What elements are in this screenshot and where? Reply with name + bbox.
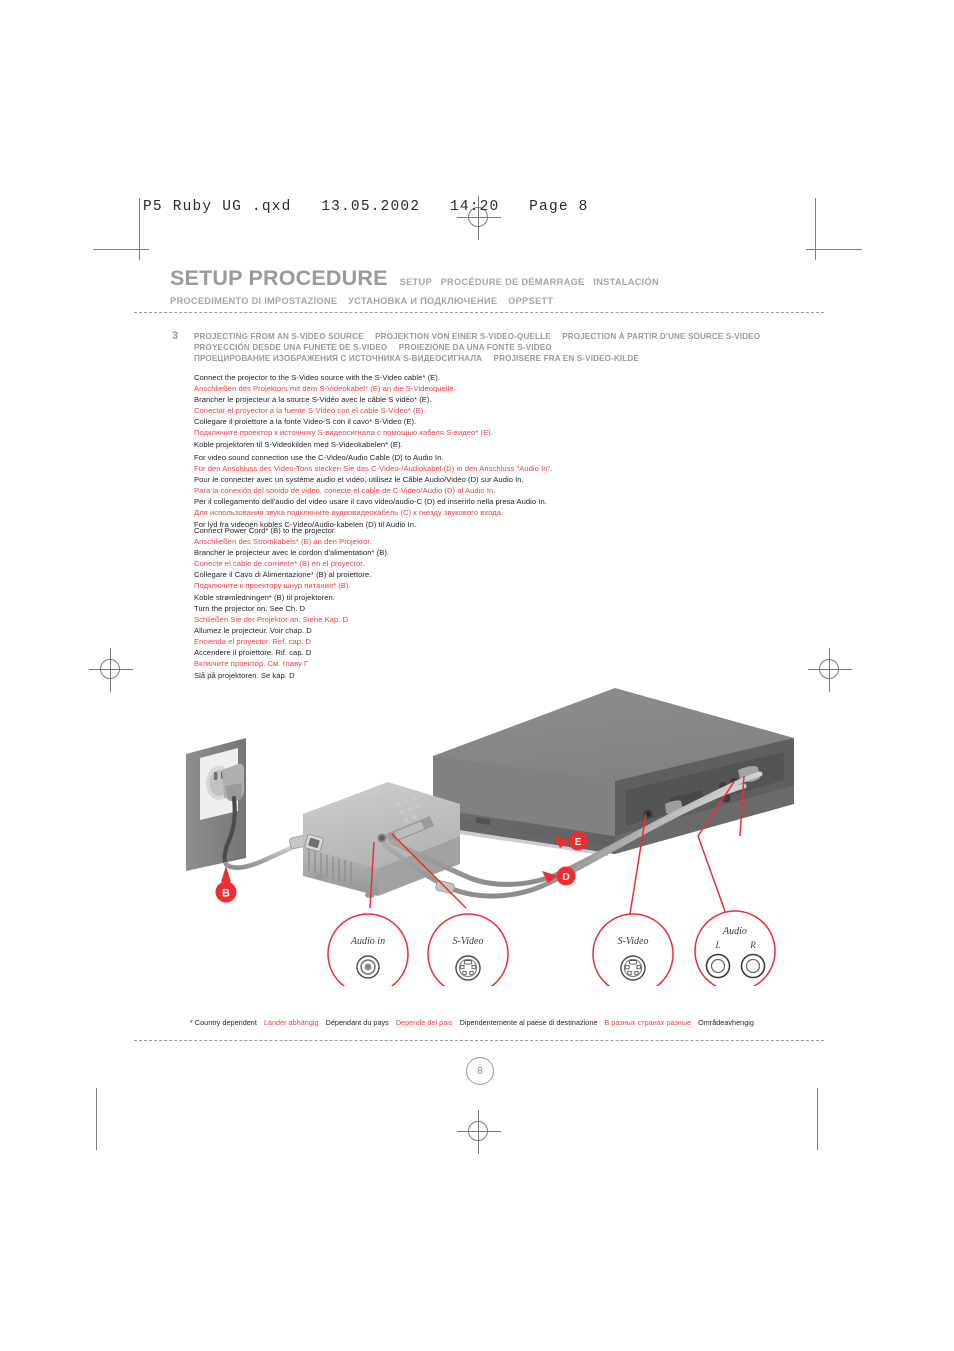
section-heading-it: PROIEZIONE DA UNA FONTE S-VIDEO: [398, 343, 552, 353]
footnote-part: Områdeavhengig: [698, 1018, 754, 1027]
page-title-subtitles-line1: SETUP PROCÉDURE DE DÉMARRAGE INSTALACIÓN: [400, 277, 659, 287]
svg-text:Audio: Audio: [722, 926, 747, 937]
instruction-line: Koble strømledningen* (B) til projektore…: [194, 592, 335, 602]
page-title-subtitles-line2: PROCEDIMENTO DI IMPOSTAZIONE УСТАНОВКА И…: [170, 296, 870, 306]
section-heading-ru: ПРОЕЦИРОВАНИЕ ИЗОБРАЖЕНИЯ С ИСТОЧНИКА S-…: [194, 354, 483, 364]
footnote-part: Depende del pais: [395, 1018, 453, 1027]
instruction-line: Brancher le projecteur á la source S-Vid…: [194, 395, 432, 405]
instruction-line: Подключите проектор к источнику S-видеос…: [194, 428, 493, 438]
footnote-part: Länder abhängig: [263, 1018, 319, 1027]
page-title-group: SETUP PROCEDURE SETUP PROCÉDURE DE DÉMAR…: [170, 266, 870, 306]
section-heading-es: PROYECCIÓN DESDE UNA FUNETE DE S-VIDEO: [194, 343, 388, 353]
instruction-line: Brancher le projecteur avec le cordon d'…: [194, 548, 390, 558]
instruction-line: Turn the projector on. See Ch. D: [194, 604, 306, 613]
detail-s-video-projector: S-Video: [427, 913, 509, 995]
subtitle-procedure-fr: PROCÉDURE DE DÉMARRAGE: [440, 277, 585, 287]
detail-audio-lr: Audio L R: [694, 910, 776, 992]
svg-text:D: D: [562, 871, 570, 883]
crop-mark-top-left-horizontal: [93, 249, 149, 250]
instruction-line: Для использования звука подключите аудио…: [194, 508, 504, 518]
subtitle-oppsett-no: OPPSETT: [508, 296, 554, 306]
section-heading-fr: PROJECTION À PARTIR D'UNE SOURCE S-VIDEO: [562, 332, 761, 341]
footnote-part: Dépendant du pays: [325, 1018, 389, 1027]
instruction-block-4: Turn the projector on. See Ch. D Schließe…: [194, 603, 714, 681]
subtitle-ustanovka-ru: УСТАНОВКА И ПОДКЛЮЧЕНИЕ: [348, 296, 498, 306]
registration-target-bottom: [457, 1110, 501, 1154]
section-heading-no: PROJISERE FRA EN S-VIDEO-KILDE: [493, 354, 639, 364]
instruction-line: Koble projektoren til S-Videokilden med …: [194, 439, 403, 449]
svg-text:S-Video: S-Video: [618, 936, 649, 947]
instruction-line: Conectar el proyector a la fuente S-Vide…: [194, 406, 426, 416]
registration-target-right: [808, 648, 852, 692]
instruction-line: For video sound connection use the C-Vid…: [194, 453, 444, 462]
svg-text:R: R: [749, 940, 756, 950]
instruction-line: Подключите к проектору шнур питания* (B)…: [194, 581, 351, 591]
instruction-line: Allumez le projecteur. Voir chap. D: [194, 626, 312, 636]
instruction-line: Pour le connecter avec un système audio …: [194, 475, 524, 485]
instruction-line: Включите проектор. См. главу Г: [194, 659, 309, 669]
crop-mark-top-left-vertical: [139, 198, 140, 260]
instruction-line: Schließen Sie der Projektor an. Siehe Ka…: [194, 615, 349, 625]
crop-mark-bottom-right-vertical: [817, 1088, 818, 1150]
crop-mark-top-right-horizontal: [806, 249, 862, 250]
instruction-line: Anschließen des Stromkabels* (B) an den …: [194, 537, 372, 547]
footnote-part: * Country dependent: [190, 1018, 257, 1027]
instruction-line: Collegare il Cavo di Alimentazione* (B) …: [194, 570, 372, 580]
wall-outlet-panel: [186, 738, 246, 871]
instruction-line: Encienda el proyector. Ref. cap. D: [194, 637, 311, 647]
section-heading: PROJECTING FROM AN S-VIDEO SOURCE PROJEK…: [194, 331, 794, 365]
callout-badge-b: B: [215, 866, 237, 903]
country-dependent-footnote: * Country dependent Länder abhängig Dépend…: [190, 1018, 761, 1027]
crop-mark-bottom-left-vertical: [96, 1088, 97, 1150]
footnote-part: В разных странах разные: [604, 1018, 692, 1027]
subtitle-setup: SETUP: [399, 277, 432, 287]
section-heading-de: PROJEKTION VON EINER S-VIDEO-QUELLE: [375, 332, 551, 341]
instruction-line: Per il collegamento dell'audio del video…: [194, 497, 547, 507]
instruction-line: Connect the projector to the S-Video sou…: [194, 373, 441, 382]
section-heading-en: PROJECTING FROM AN S-VIDEO SOURCE: [194, 332, 364, 341]
svg-text:S-Video: S-Video: [453, 936, 484, 947]
subtitle-procedimento-it: PROCEDIMENTO DI IMPOSTAZIONE: [170, 296, 338, 306]
svg-text:Audio in: Audio in: [350, 936, 385, 947]
instruction-line: Für den Anschluss des Video-Tons stecken…: [194, 464, 553, 474]
subtitle-instalacion: INSTALACIÓN: [593, 277, 659, 287]
instruction-line: Conecte el cable de corriente* (B) en el…: [194, 559, 365, 569]
divider-top: [134, 312, 824, 313]
svg-text:B: B: [222, 888, 230, 900]
instruction-block-2: For video sound connection use the C-Vid…: [194, 452, 714, 530]
page-title: SETUP PROCEDURE: [170, 266, 388, 290]
instruction-line: Para la conexión del sonido de video, co…: [194, 486, 496, 496]
setup-diagram: B E D Audio in S-Video S-Video Audio L R: [178, 686, 798, 995]
instruction-line: Anschließen des Projektors mit dem S-Vid…: [194, 384, 456, 394]
page-number: 8: [466, 1057, 494, 1085]
instruction-block-3: Connect Power Cord* (B) to the projector…: [194, 525, 714, 603]
instruction-line: Connect Power Cord* (B) to the projector…: [194, 526, 337, 535]
instruction-line: Accendere il proiettore. Rif. cap. D: [194, 648, 312, 658]
footnote-part: Dipendentemente al paese di destinazione: [459, 1018, 598, 1027]
instruction-line: Collegare il proiettore a la fonte Video…: [194, 417, 417, 427]
divider-bottom: [134, 1040, 824, 1041]
registration-target-left: [89, 648, 133, 692]
instruction-block-1: Connect the projector to the S-Video sou…: [194, 372, 714, 450]
section-number: 3: [172, 330, 179, 342]
detail-audio-in: Audio in: [327, 913, 409, 995]
svg-text:E: E: [574, 836, 581, 848]
crop-mark-top-right-vertical: [815, 198, 816, 260]
detail-s-video-source: S-Video: [592, 913, 674, 995]
instruction-line: Slå på projektoren. Se kap. D: [194, 670, 295, 680]
svg-text:L: L: [714, 940, 720, 950]
file-header-text: P5 Ruby UG .qxd 13.05.2002 14:20 Page 8: [143, 199, 589, 215]
